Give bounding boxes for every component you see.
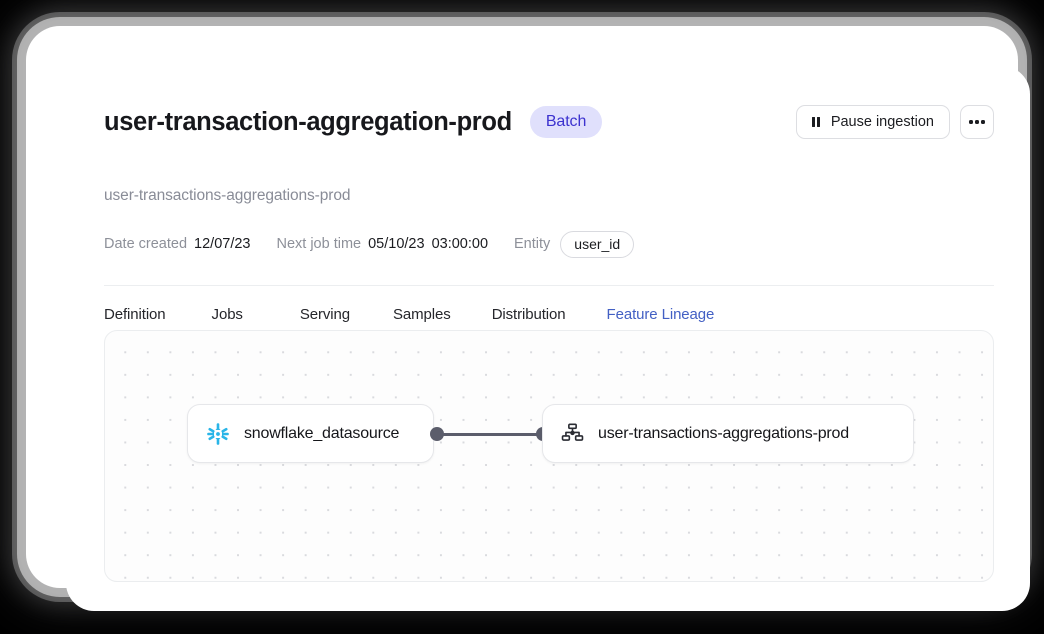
lineage-node-target[interactable]: user-transactions-aggregations-prod [542, 404, 914, 463]
metadata-row: Date created 12/07/23 Next job time 05/1… [104, 230, 635, 258]
next-job-date-value: 05/10/23 [368, 236, 425, 252]
page-title: user-transaction-aggregation-prod [104, 107, 512, 136]
card-content: user-transaction-aggregation-prod Batch … [104, 66, 994, 611]
next-job-hour-value: 03:00:00 [431, 236, 489, 252]
pause-icon [812, 117, 820, 127]
detail-card: user-transaction-aggregation-prod Batch … [66, 66, 1030, 611]
sitemap-icon [561, 422, 584, 445]
lineage-node-source[interactable]: snowflake_datasource [187, 404, 434, 463]
pause-ingestion-label: Pause ingestion [830, 114, 934, 130]
header-row: user-transaction-aggregation-prod Batch … [104, 102, 994, 142]
date-created-value: 12/07/23 [194, 236, 251, 252]
snowflake-icon [206, 422, 230, 446]
lineage-node-target-label: user-transactions-aggregations-prod [598, 424, 849, 442]
entity-label: Entity [514, 236, 551, 252]
feature-lineage-canvas[interactable]: snowflake_datasource user-transactions-a… [104, 330, 994, 582]
entity-chip[interactable]: user_id [560, 230, 635, 258]
lineage-edge [435, 432, 543, 436]
status-badge: Batch [529, 106, 603, 138]
ellipsis-icon [969, 120, 985, 124]
page-subtitle: user-transactions-aggregations-prod [104, 187, 351, 204]
date-created-label: Date created [104, 236, 188, 252]
header-divider [104, 285, 994, 286]
pause-ingestion-button[interactable]: Pause ingestion [796, 105, 950, 139]
lineage-node-source-label: snowflake_datasource [244, 424, 400, 442]
window-frame: user-transaction-aggregation-prod Batch … [26, 26, 1030, 611]
header-actions: Pause ingestion [796, 105, 994, 139]
next-job-time-label: Next job time [276, 236, 362, 252]
more-options-button[interactable] [960, 105, 994, 139]
